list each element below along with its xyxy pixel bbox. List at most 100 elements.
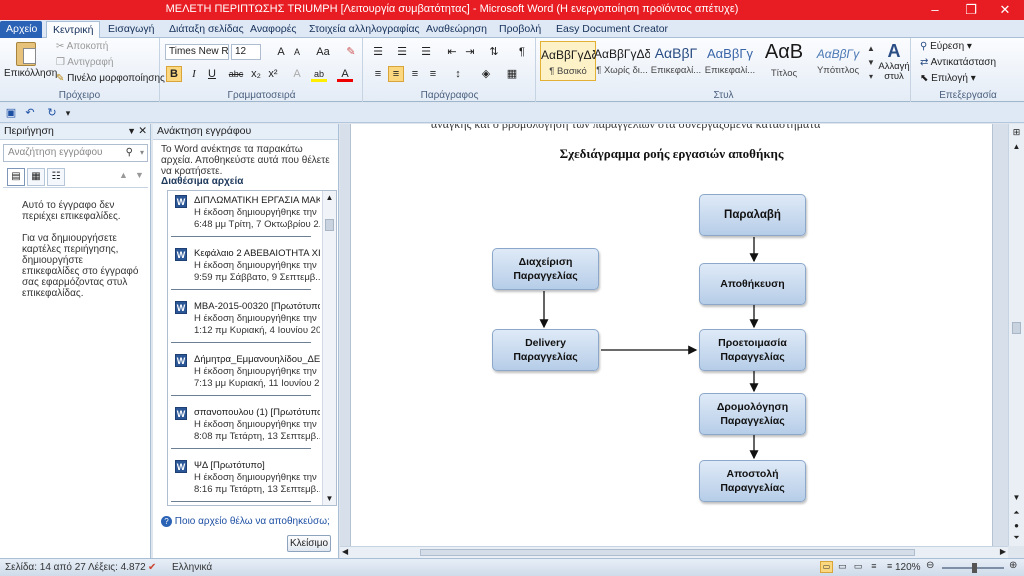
style-heading-2[interactable]: ΑαΒβΓγ Επικεφαλί... bbox=[702, 41, 758, 81]
file-list-scrollbar[interactable]: ▲ ▼ bbox=[322, 191, 336, 505]
style-no-spacing[interactable]: ΑαΒβΓγΔδ ¶ Χωρίς δι... bbox=[594, 41, 650, 81]
align-right-icon[interactable]: ≡ bbox=[407, 66, 423, 82]
pane-menu-icon[interactable]: ▼ bbox=[127, 124, 136, 139]
tab-insert[interactable]: Εισαγωγή bbox=[102, 21, 160, 38]
zoom-slider[interactable] bbox=[942, 563, 1004, 573]
style-heading-1[interactable]: ΑαΒβΓ Επικεφαλί... bbox=[648, 41, 704, 81]
line-spacing-icon[interactable]: ↕ bbox=[450, 66, 466, 82]
scroll-thumb[interactable] bbox=[420, 549, 915, 556]
format-painter-button[interactable]: ✎ Πινέλο μορφοποίησης bbox=[56, 73, 165, 84]
zoom-out-icon[interactable]: ⊖ bbox=[926, 560, 934, 571]
tab-mailings[interactable]: Στοιχεία αλληλογραφίας bbox=[303, 21, 426, 38]
copy-button[interactable]: ❐ Αντιγραφή bbox=[56, 57, 113, 68]
recovered-file-item[interactable]: W Δήμητρα_Εμμανουηλίδου_ΔΕ... Η έκδοση δ… bbox=[168, 352, 322, 402]
text-effects-icon[interactable]: A bbox=[289, 66, 305, 82]
italic-button[interactable]: I bbox=[186, 66, 202, 82]
document-vertical-scrollbar[interactable]: ⊞ ▲ ▼ ⏶ ● ⏷ bbox=[1008, 124, 1024, 546]
font-size-select[interactable]: 12 bbox=[231, 44, 261, 60]
tab-file[interactable]: Αρχείο bbox=[0, 21, 42, 38]
save-icon[interactable]: ▣ bbox=[3, 105, 19, 121]
superscript-button[interactable]: x² bbox=[265, 66, 281, 82]
tab-view[interactable]: Προβολή bbox=[493, 21, 547, 38]
change-styles-button[interactable]: A Αλλαγή στυλ bbox=[877, 41, 911, 87]
close-window-button[interactable]: ✕ bbox=[988, 0, 1022, 20]
previous-page-icon[interactable]: ⏶ bbox=[1009, 508, 1024, 518]
tab-results[interactable]: ☷ bbox=[47, 168, 65, 186]
minimize-button[interactable]: – bbox=[918, 0, 952, 20]
scroll-right-icon[interactable]: ▶ bbox=[1000, 547, 1006, 556]
align-center-icon[interactable]: ≡ bbox=[388, 66, 404, 82]
replace-button[interactable]: ⇄ Αντικατάσταση bbox=[920, 57, 996, 68]
clear-format-icon[interactable]: ✎ bbox=[343, 44, 359, 60]
align-left-icon[interactable]: ≡ bbox=[370, 66, 386, 82]
tab-home[interactable]: Κεντρική bbox=[46, 21, 101, 38]
tab-headings[interactable]: ▤ bbox=[7, 168, 25, 186]
search-icon[interactable]: ⚲ bbox=[126, 145, 133, 161]
increase-indent-icon[interactable]: ⇥ bbox=[462, 44, 478, 60]
maximize-button[interactable]: ❐ bbox=[954, 0, 988, 20]
sort-icon[interactable]: ⇅ bbox=[486, 44, 502, 60]
decrease-indent-icon[interactable]: ⇤ bbox=[444, 44, 460, 60]
undo-icon[interactable]: ↶ bbox=[22, 105, 38, 121]
subscript-button[interactable]: x₂ bbox=[248, 66, 264, 82]
style-normal[interactable]: ΑαΒβΓγΔδ ¶ Βασικό bbox=[540, 41, 596, 81]
font-name-select[interactable]: Times New Rom bbox=[165, 44, 229, 60]
show-marks-button[interactable]: ¶ bbox=[514, 44, 530, 60]
multilevel-list-icon[interactable]: ☰ bbox=[418, 44, 434, 60]
recovered-file-item[interactable]: W σπανοπουλου (1) [Πρωτότυπο] Η έκδοση δ… bbox=[168, 405, 322, 455]
underline-button[interactable]: U bbox=[204, 66, 220, 82]
recovered-file-item[interactable]: W ΔΙΠΛΩΜΑΤΙΚΗ ΕΡΓΑΣΙΑ ΜΑΚ... Η έκδοση δη… bbox=[168, 193, 322, 243]
style-subtitle[interactable]: ΑαΒβΓγ Υπότιτλος bbox=[810, 41, 866, 81]
browse-object-icon[interactable]: ● bbox=[1009, 521, 1024, 530]
shrink-font-button[interactable]: A bbox=[289, 44, 305, 60]
previous-result-icon[interactable]: ▲ bbox=[119, 170, 128, 180]
numbering-icon[interactable]: ☰ bbox=[394, 44, 410, 60]
ruler-toggle-icon[interactable]: ⊞ bbox=[1009, 127, 1024, 138]
zoom-level[interactable]: 120% bbox=[895, 562, 921, 573]
scroll-up-icon[interactable]: ▲ bbox=[323, 193, 336, 202]
cut-button[interactable]: ✂ Αποκοπή bbox=[56, 41, 108, 52]
tab-references[interactable]: Αναφορές bbox=[244, 21, 303, 38]
change-case-button[interactable]: Aa bbox=[313, 44, 333, 60]
print-layout-icon[interactable]: ▭ bbox=[820, 561, 833, 573]
tab-review[interactable]: Αναθεώρηση bbox=[420, 21, 493, 38]
select-button[interactable]: ⬉ Επιλογή ▾ bbox=[920, 73, 976, 84]
justify-icon[interactable]: ≡ bbox=[425, 66, 441, 82]
document-page[interactable]: ανάγκης και ο βρομολόγηση των παραγγελιώ… bbox=[350, 124, 993, 546]
paste-button[interactable]: Επικόλληση bbox=[4, 40, 57, 84]
bullets-icon[interactable]: ☰ bbox=[370, 44, 386, 60]
style-title[interactable]: ΑαΒ Τίτλος bbox=[756, 41, 812, 81]
next-page-icon[interactable]: ⏷ bbox=[1009, 533, 1024, 543]
document-horizontal-scrollbar[interactable]: ◀ ▶ bbox=[340, 546, 1008, 558]
recovered-file-item[interactable]: W ΨΔ [Πρωτότυπο] Η έκδοση δημιουργήθηκε … bbox=[168, 458, 322, 505]
grow-font-button[interactable]: A bbox=[273, 44, 289, 60]
font-color-button[interactable]: A bbox=[337, 66, 353, 82]
tab-pages[interactable]: ▦ bbox=[27, 168, 45, 186]
language-indicator[interactable]: Ελληνικά bbox=[172, 562, 212, 573]
scroll-down-icon[interactable]: ▼ bbox=[323, 494, 336, 503]
outline-icon[interactable]: ≡ bbox=[867, 561, 880, 571]
zoom-slider-thumb[interactable] bbox=[972, 563, 977, 573]
recovered-file-item[interactable]: W MBA-2015-00320 [Πρωτότυπο] Η έκδοση δη… bbox=[168, 299, 322, 349]
page-counter[interactable]: Σελίδα: 14 από 27 bbox=[5, 562, 86, 573]
proofing-icon[interactable]: ✔ bbox=[148, 562, 156, 573]
web-layout-icon[interactable]: ▭ bbox=[852, 561, 865, 572]
redo-icon[interactable]: ↻ bbox=[44, 105, 60, 121]
highlight-button[interactable]: ab bbox=[311, 66, 327, 82]
scroll-thumb[interactable] bbox=[325, 219, 334, 231]
tab-easy-document-creator[interactable]: Easy Document Creator bbox=[550, 21, 674, 38]
tab-page-layout[interactable]: Διάταξη σελίδας bbox=[163, 21, 250, 38]
scroll-up-icon[interactable]: ▲ bbox=[1009, 142, 1024, 151]
recovered-file-item[interactable]: W Κεφάλαιο 2 ΑΒΕΒΑΙΟΤΗΤΑ ΧΙ... Η έκδοση … bbox=[168, 246, 322, 296]
find-button[interactable]: ⚲ Εύρεση ▾ bbox=[920, 41, 972, 52]
scroll-thumb[interactable] bbox=[1012, 322, 1021, 334]
customize-qat-icon[interactable]: ▾ bbox=[60, 105, 76, 121]
strikethrough-button[interactable]: abc bbox=[227, 66, 245, 82]
close-recovery-button[interactable]: Κλείσιμο bbox=[287, 535, 331, 552]
pane-close-icon[interactable]: ✕ bbox=[138, 124, 147, 139]
help-link[interactable]: ? Ποιο αρχείο θέλω να αποθηκεύσω; bbox=[161, 516, 330, 527]
next-result-icon[interactable]: ▼ bbox=[135, 170, 144, 180]
shading-icon[interactable]: ◈ bbox=[478, 66, 494, 82]
full-screen-icon[interactable]: ▭ bbox=[836, 561, 849, 572]
scroll-down-icon[interactable]: ▼ bbox=[1009, 493, 1024, 502]
